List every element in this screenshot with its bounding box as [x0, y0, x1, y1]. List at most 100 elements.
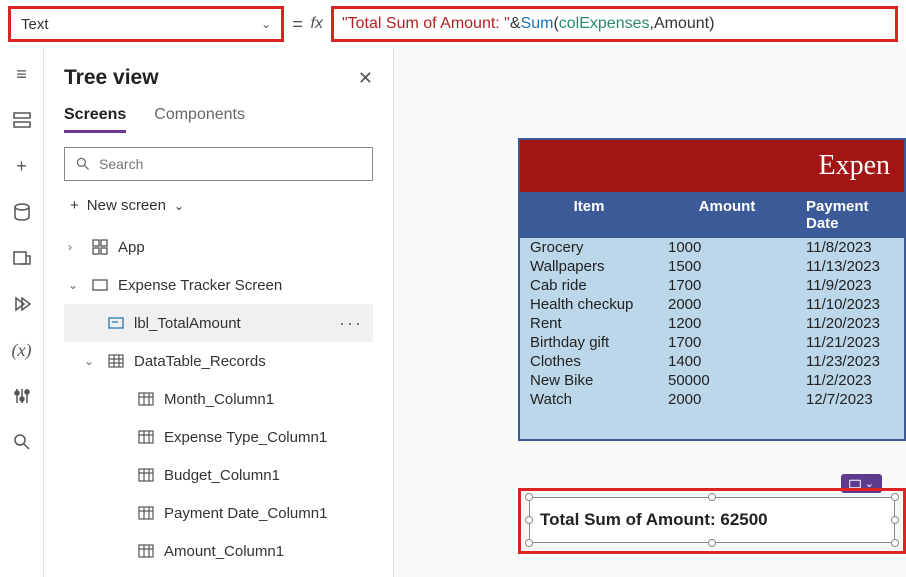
table-row[interactable]: Cab ride170011/9/2023 [520, 276, 904, 295]
tree-item-column[interactable]: Month_Column1 [64, 380, 373, 418]
plus-icon: + [70, 197, 79, 214]
table-row[interactable]: Clothes140011/23/2023 [520, 352, 904, 371]
cell-item: New Bike [520, 371, 658, 390]
cell-amount: 2000 [658, 295, 796, 314]
app-preview: Expen Item Amount Payment Date Grocery10… [518, 138, 906, 441]
cell-date: 12/7/2023 [796, 390, 904, 409]
tree-search[interactable] [64, 147, 373, 181]
cell-amount: 2000 [658, 390, 796, 409]
col-header-amount[interactable]: Amount [658, 192, 796, 238]
advanced-tools-icon[interactable] [12, 386, 32, 406]
formula-string: "Total Sum of Amount: " [342, 15, 510, 33]
formula-bar: Text ⌄ = fx "Total Sum of Amount: " & Su… [0, 0, 906, 48]
tab-components[interactable]: Components [154, 106, 245, 133]
formula-arg2: Amount [654, 15, 709, 33]
resize-handle[interactable] [891, 539, 899, 547]
selected-control-wrap: ⌄ Total Sum of Amount: 62500 [518, 488, 906, 554]
power-automate-icon[interactable] [12, 294, 32, 314]
resize-handle[interactable] [525, 493, 533, 501]
chevron-down-icon: ⌄ [84, 354, 98, 368]
chevron-down-icon: ⌄ [68, 278, 82, 292]
cell-item: Grocery [520, 238, 658, 257]
cell-item: Health checkup [520, 295, 658, 314]
variables-icon[interactable]: (x) [12, 340, 32, 360]
property-dropdown[interactable]: Text ⌄ [8, 6, 284, 42]
cell-item: Cab ride [520, 276, 658, 295]
tree-item-column[interactable]: Expense Type_Column1 [64, 418, 373, 456]
table-row[interactable]: Birthday gift170011/21/2023 [520, 333, 904, 352]
tree-title: Tree view [64, 66, 159, 90]
tree-item-screen[interactable]: ⌄ Expense Tracker Screen [64, 266, 373, 304]
tree-label: App [118, 239, 373, 256]
table-row[interactable]: Grocery100011/8/2023 [520, 238, 904, 257]
hamburger-icon[interactable]: ≡ [12, 64, 32, 84]
search-icon[interactable] [12, 432, 32, 452]
cell-date: 11/10/2023 [796, 295, 904, 314]
data-icon[interactable] [12, 202, 32, 222]
cell-date: 11/8/2023 [796, 238, 904, 257]
cell-amount: 1500 [658, 257, 796, 276]
data-table: Item Amount Payment Date Grocery100011/8… [518, 192, 906, 441]
tree-label: Expense Type_Column1 [164, 429, 373, 446]
resize-handle[interactable] [708, 493, 716, 501]
table-row[interactable]: Health checkup200011/10/2023 [520, 295, 904, 314]
formula-fn: Sum [521, 15, 554, 33]
tree-label: Month_Column1 [164, 391, 373, 408]
more-icon[interactable]: ··· [339, 313, 373, 334]
cell-item: Clothes [520, 352, 658, 371]
cell-item: Rent [520, 314, 658, 333]
new-screen-button[interactable]: + New screen ⌄ [64, 193, 373, 218]
table-row[interactable]: New Bike5000011/2/2023 [520, 371, 904, 390]
resize-handle[interactable] [525, 516, 533, 524]
tree-item-column[interactable]: Payment Date_Column1 [64, 494, 373, 532]
resize-handle[interactable] [525, 539, 533, 547]
chevron-down-icon: ⌄ [174, 199, 184, 213]
cell-amount: 1700 [658, 333, 796, 352]
resize-handle[interactable] [891, 493, 899, 501]
tree-item-column[interactable]: Budget_Column1 [64, 456, 373, 494]
column-icon [136, 544, 156, 558]
new-screen-label: New screen [87, 197, 166, 214]
canvas[interactable]: Expen Item Amount Payment Date Grocery10… [394, 48, 906, 577]
column-icon [136, 392, 156, 406]
tree-view-icon[interactable] [12, 110, 32, 130]
column-icon [136, 468, 156, 482]
cell-amount: 1000 [658, 238, 796, 257]
equals-sign: = [292, 14, 303, 35]
col-header-item[interactable]: Item [520, 192, 658, 238]
tree-item-app[interactable]: › App [64, 228, 373, 266]
tree-item-lbl-totalamount[interactable]: lbl_TotalAmount ··· [64, 304, 373, 342]
table-body: Grocery100011/8/2023Wallpapers150011/13/… [520, 238, 904, 409]
cell-item: Wallpapers [520, 257, 658, 276]
cell-date: 11/9/2023 [796, 276, 904, 295]
chevron-right-icon: › [68, 240, 82, 254]
app-icon [90, 239, 110, 255]
cell-date: 11/20/2023 [796, 314, 904, 333]
media-icon[interactable] [12, 248, 32, 268]
cell-item: Birthday gift [520, 333, 658, 352]
table-row[interactable]: Wallpapers150011/13/2023 [520, 257, 904, 276]
close-icon[interactable]: ✕ [358, 68, 373, 89]
cell-amount: 1700 [658, 276, 796, 295]
formula-arg1: colExpenses [559, 15, 650, 33]
tree-item-datatable[interactable]: ⌄ DataTable_Records [64, 342, 373, 380]
table-row[interactable]: Watch200012/7/2023 [520, 390, 904, 409]
resize-handle[interactable] [708, 539, 716, 547]
table-row[interactable]: Rent120011/20/2023 [520, 314, 904, 333]
formula-input[interactable]: "Total Sum of Amount: " & Sum ( colExpen… [331, 6, 898, 42]
insert-icon[interactable]: + [12, 156, 32, 176]
fx-icon: fx [311, 15, 323, 33]
total-label-text: Total Sum of Amount: 62500 [540, 510, 768, 529]
tree-item-column[interactable]: Amount_Column1 [64, 532, 373, 570]
search-input[interactable] [99, 156, 362, 172]
app-title: Expen [518, 138, 906, 192]
col-header-date[interactable]: Payment Date [796, 192, 904, 238]
lbl-totalamount-control[interactable]: Total Sum of Amount: 62500 [529, 497, 895, 543]
formula-amp: & [510, 15, 521, 33]
tab-screens[interactable]: Screens [64, 106, 126, 133]
tree-label: Payment Date_Column1 [164, 505, 373, 522]
tree-view-panel: Tree view ✕ Screens Components + New scr… [44, 48, 394, 577]
cell-amount: 1200 [658, 314, 796, 333]
column-icon [136, 430, 156, 444]
resize-handle[interactable] [891, 516, 899, 524]
